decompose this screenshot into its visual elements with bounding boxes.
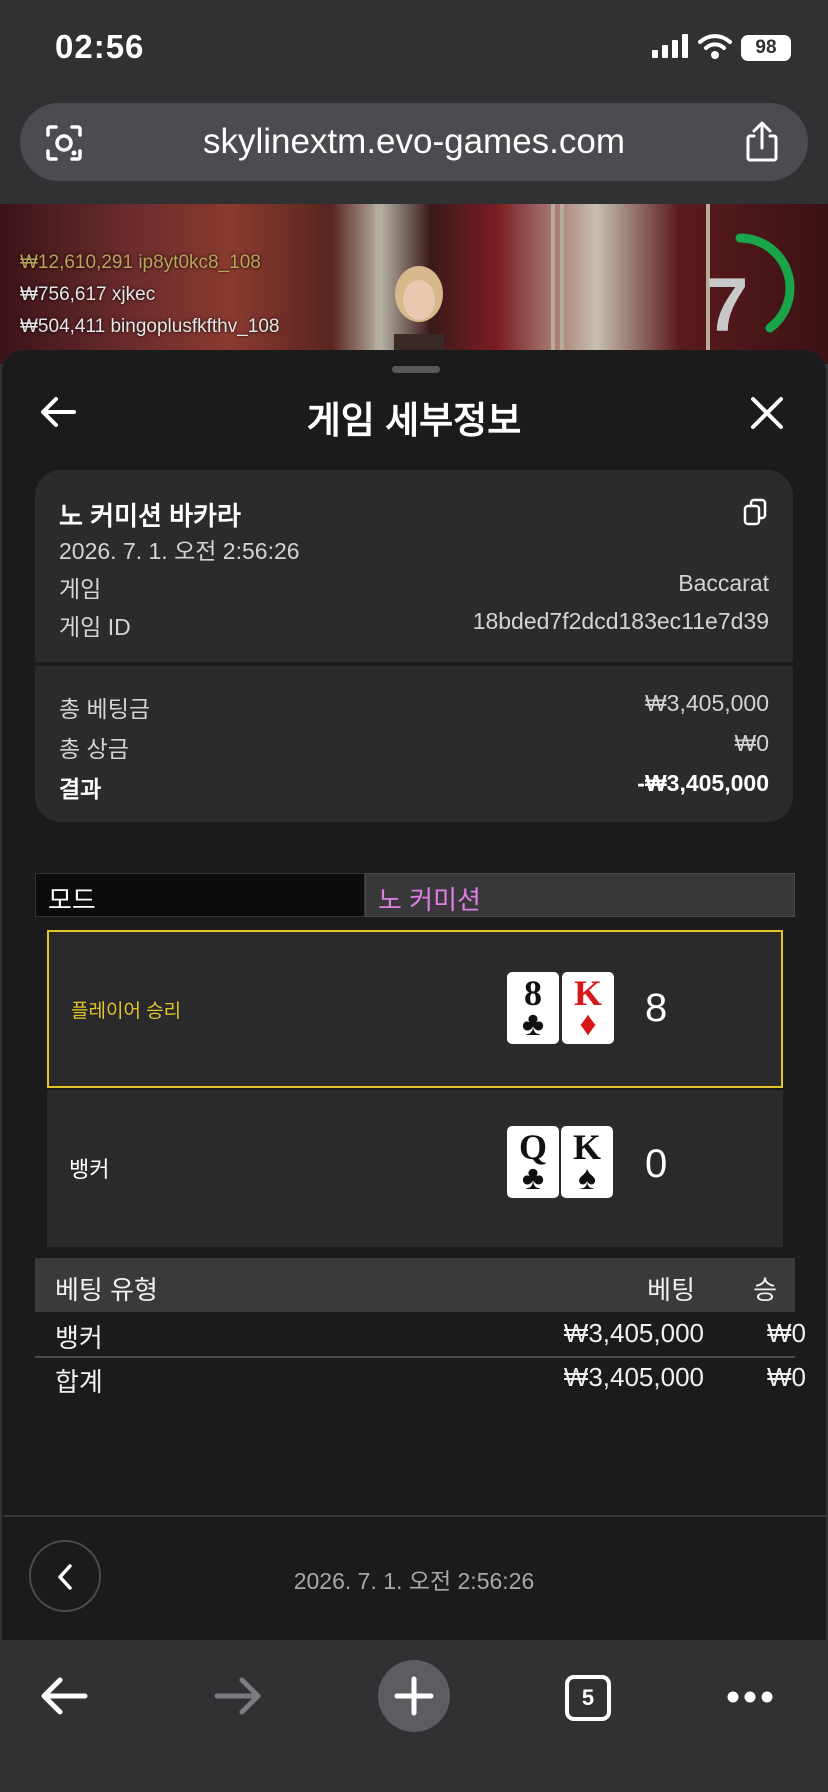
banker-label: 뱅커 bbox=[69, 1157, 110, 1182]
bet-row-bet: ₩3,405,000 bbox=[563, 1318, 704, 1348]
mode-value: 노 커미션 bbox=[378, 885, 481, 915]
header-win: 승 bbox=[753, 1275, 777, 1305]
browser-toolbar: 5 bbox=[0, 1640, 828, 1792]
result-value: -₩3,405,000 bbox=[637, 770, 769, 796]
nav-back-icon[interactable] bbox=[40, 1676, 88, 1716]
result-label: 결과 bbox=[59, 776, 102, 802]
header-bet-type: 베팅 유형 bbox=[55, 1275, 158, 1305]
game-datetime: 2026. 7. 1. 오전 2:56:26 bbox=[59, 538, 300, 564]
footer-divider bbox=[4, 1515, 826, 1517]
share-icon[interactable] bbox=[742, 120, 782, 164]
tabs-icon[interactable]: 5 bbox=[565, 1675, 611, 1721]
player-outcome-row: 플레이어 승리 8 ♣ K ♦ 8 bbox=[47, 930, 783, 1088]
nav-forward-icon[interactable] bbox=[214, 1676, 262, 1716]
player-card: 8 ♣ bbox=[507, 972, 559, 1044]
total-row-type: 합계 bbox=[55, 1367, 103, 1397]
new-tab-button[interactable] bbox=[378, 1660, 450, 1732]
new-tab-icon bbox=[394, 1676, 434, 1716]
player-card: K ♦ bbox=[562, 972, 614, 1044]
copy-icon[interactable] bbox=[743, 498, 767, 526]
dealer-video bbox=[394, 266, 444, 364]
battery-indicator: 98 bbox=[741, 35, 791, 61]
footer-date: 2026. 7. 1. 오전 2:56:26 bbox=[293, 1568, 535, 1594]
mode-label: 모드 bbox=[48, 885, 96, 915]
total-bet-value: ₩3,405,000 bbox=[644, 690, 769, 716]
bet-table-header: 베팅 유형 베팅 승 bbox=[35, 1258, 795, 1312]
total-win-label: 총 상금 bbox=[59, 736, 129, 762]
total-bet-label: 총 베팅금 bbox=[59, 696, 151, 722]
status-bar: 02:56 98 bbox=[0, 0, 828, 100]
game-label: 게임 bbox=[59, 576, 102, 602]
total-row-win: ₩0 bbox=[767, 1362, 806, 1392]
banker-card: Q ♣ bbox=[507, 1126, 559, 1198]
wifi-icon bbox=[698, 34, 732, 59]
total-win-value: ₩0 bbox=[734, 730, 770, 756]
header-bet: 베팅 bbox=[647, 1275, 695, 1305]
game-value: Baccarat bbox=[678, 570, 769, 596]
card-divider bbox=[35, 662, 793, 666]
player-label: 플레이어 승리 bbox=[71, 1001, 182, 1022]
banker-score: 0 bbox=[645, 1142, 668, 1186]
mode-value-cell: 노 커미션 bbox=[365, 873, 795, 917]
leaderboard-row: ₩756,617 xjkec bbox=[20, 284, 156, 305]
bet-row-type: 뱅커 bbox=[55, 1323, 103, 1353]
url-text[interactable]: skylinextm.evo-games.com bbox=[20, 122, 808, 162]
close-icon[interactable] bbox=[750, 396, 784, 430]
mode-label-cell: 모드 bbox=[35, 873, 365, 917]
game-info-card: 노 커미션 바카라 2026. 7. 1. 오전 2:56:26 게임 Bacc… bbox=[35, 470, 793, 822]
more-icon[interactable] bbox=[726, 1690, 774, 1704]
bet-row-win: ₩0 bbox=[767, 1318, 806, 1348]
sheet-grabber[interactable] bbox=[392, 366, 440, 373]
banker-card: K ♠ bbox=[561, 1126, 613, 1198]
status-time: 02:56 bbox=[55, 28, 145, 65]
game-id-value: 18bded7f2dcd183ec11e7d39 bbox=[472, 608, 769, 634]
leaderboard-row: ₩504,411 bingoplusfkfthv_108 bbox=[20, 316, 280, 337]
game-name: 노 커미션 바카라 bbox=[59, 501, 241, 531]
address-bar[interactable]: skylinextm.evo-games.com bbox=[20, 103, 808, 181]
countdown-number: 7 bbox=[706, 263, 749, 348]
table-divider bbox=[35, 1356, 795, 1358]
player-score: 8 bbox=[645, 986, 668, 1030]
banker-outcome-row: 뱅커 Q ♣ K ♠ 0 bbox=[47, 1090, 783, 1247]
game-details-sheet: 게임 세부정보 노 커미션 바카라 2026. 7. 1. 오전 2:56:26… bbox=[2, 350, 826, 1640]
game-id-label: 게임 ID bbox=[59, 614, 131, 640]
leaderboard-row: ₩12,610,291 ip8yt0kc8_108 bbox=[20, 252, 261, 273]
total-row-bet: ₩3,405,000 bbox=[563, 1362, 704, 1392]
cellular-signal-icon bbox=[652, 34, 688, 58]
sheet-title: 게임 세부정보 bbox=[306, 400, 522, 441]
